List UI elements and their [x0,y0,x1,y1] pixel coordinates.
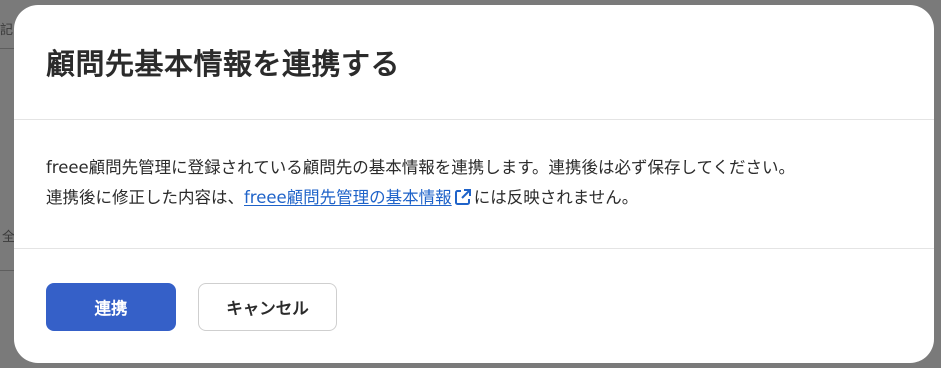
background-divider [0,270,14,271]
cancel-button[interactable]: キャンセル [198,283,337,331]
dialog-title: 顧問先基本情報を連携する [46,47,401,81]
message-line-2: 連携後に修正した内容は、freee顧問先管理の基本情報 には反映されません。 [46,183,916,213]
external-link-icon[interactable] [454,186,472,205]
message-line-2-prefix: 連携後に修正した内容は、 [46,188,244,207]
basic-info-link[interactable]: freee顧問先管理の基本情報 [244,188,452,207]
message-line-1: freee顧問先管理に登録されている顧問先の基本情報を連携します。連携後は必ず保… [46,158,796,177]
dialog-header: 顧問先基本情報を連携する [14,5,934,120]
message-line-2-suffix: には反映されません。 [473,188,639,207]
background-text-fragment: 記 [0,23,14,38]
dialog-body: freee顧問先管理に登録されている顧問先の基本情報を連携します。連携後は必ず保… [14,120,934,249]
link-button[interactable]: 連携 [46,283,176,331]
link-basic-info-dialog: 顧問先基本情報を連携する freee顧問先管理に登録されている顧問先の基本情報を… [14,5,934,363]
dialog-footer: 連携 キャンセル [14,249,934,363]
dialog-message: freee顧問先管理に登録されている顧問先の基本情報を連携します。連携後は必ず保… [46,153,916,213]
background-divider [0,48,14,49]
